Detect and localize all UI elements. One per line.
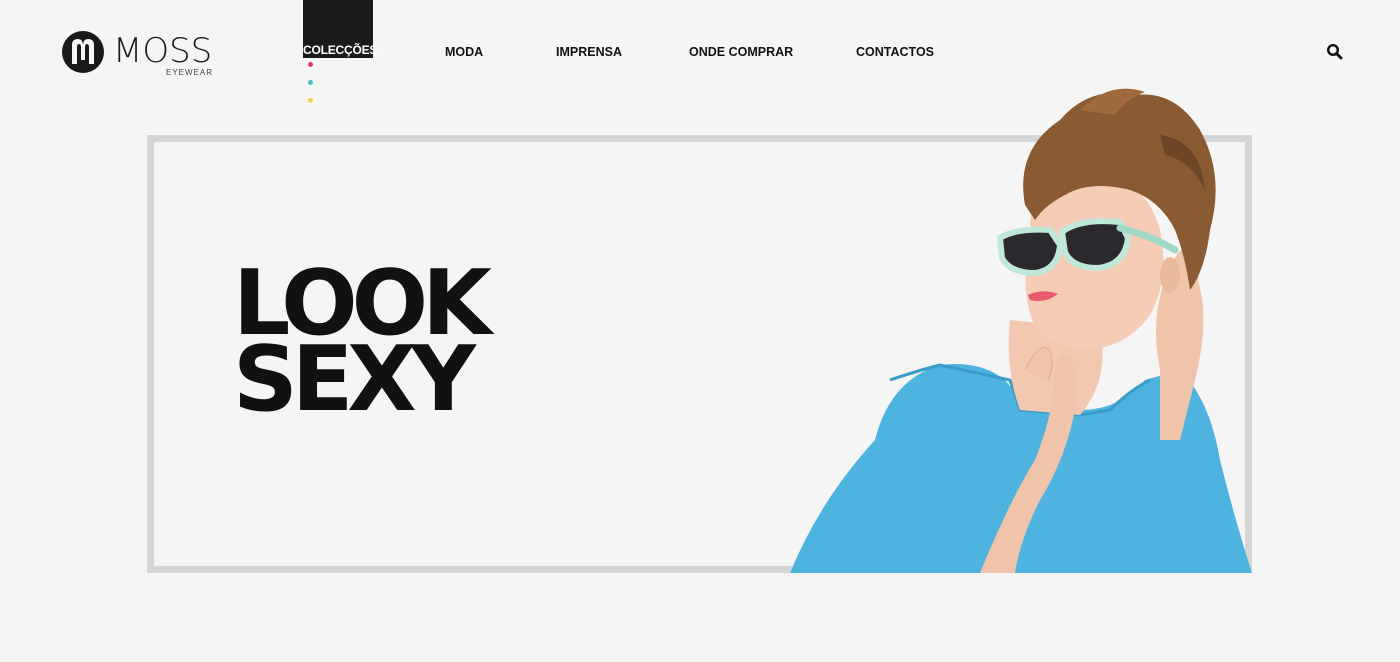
color-dots [308, 62, 315, 103]
nav-item-imprensa[interactable]: IMPRENSA [556, 45, 622, 59]
model-illustration [790, 88, 1252, 573]
color-dot [308, 98, 313, 103]
nav-item-onde-comprar[interactable]: ONDE COMPRAR [689, 45, 793, 59]
hero-line-2: SEXY [233, 327, 476, 432]
nav-item-moda[interactable]: MODA [445, 45, 483, 59]
color-dot [308, 62, 313, 67]
moss-logo-icon [62, 31, 104, 73]
brand-name: MOSS [113, 31, 213, 71]
nav-item-label: COLECÇÕES [303, 43, 378, 57]
color-dot [308, 80, 313, 85]
search-button[interactable] [1326, 43, 1343, 60]
nav-item-contactos[interactable]: CONTACTOS [856, 45, 934, 59]
hero-model-image [780, 80, 1260, 573]
brand-tagline: EYEWEAR [166, 68, 214, 77]
nav-item-coleccoes[interactable]: COLECÇÕES [303, 0, 378, 58]
brand-logo[interactable]: MOSS EYEWEAR [60, 30, 214, 80]
search-icon [1326, 43, 1343, 60]
hero-headline: LOOK SEXY [233, 259, 492, 432]
